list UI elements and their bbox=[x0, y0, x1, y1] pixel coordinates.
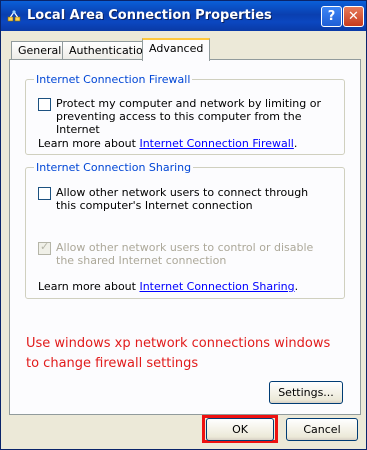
sharing-learn-suffix: . bbox=[294, 280, 299, 293]
sharing-group-title: Internet Connection Sharing bbox=[34, 161, 194, 174]
tab-general[interactable]: General bbox=[11, 41, 69, 60]
properties-dialog: Local Area Connection Properties ? ✕ Gen… bbox=[0, 0, 367, 450]
allow-control-checkbox[interactable]: ✓ bbox=[38, 240, 51, 255]
window-title: Local Area Connection Properties bbox=[27, 8, 272, 23]
network-connection-icon bbox=[7, 10, 21, 22]
firewall-checkbox-label: Protect my computer and network by limit… bbox=[56, 97, 321, 136]
ok-button[interactable]: OK bbox=[206, 418, 274, 441]
firewall-learn-suffix: . bbox=[293, 137, 298, 150]
sharing-group: Internet Connection Sharing Allow other … bbox=[25, 161, 345, 299]
checkmark-icon: ✓ bbox=[40, 240, 50, 253]
firewall-checkbox[interactable] bbox=[38, 98, 51, 111]
title-bar[interactable]: Local Area Connection Properties ? ✕ bbox=[1, 1, 366, 31]
sharing-learn-prefix: Learn more about bbox=[38, 280, 140, 293]
sharing-learn-link[interactable]: Internet Connection Sharing bbox=[139, 280, 294, 293]
allow-control-label: Allow other network users to control or … bbox=[56, 241, 314, 267]
firewall-learn-prefix: Learn more about bbox=[38, 137, 140, 150]
settings-button[interactable]: Settings... bbox=[269, 381, 343, 404]
allow-connect-checkbox[interactable] bbox=[38, 187, 51, 200]
annotation-note: Use windows xp network connections windo… bbox=[26, 336, 331, 371]
tab-advanced[interactable]: Advanced bbox=[142, 38, 211, 61]
allow-connect-label: Allow other network users to connect thr… bbox=[56, 186, 309, 212]
firewall-group: Internet Connection Firewall Protect my … bbox=[25, 73, 345, 155]
firewall-learn-more: Learn more about Internet Connection Fir… bbox=[38, 137, 297, 150]
firewall-group-title: Internet Connection Firewall bbox=[34, 73, 193, 86]
firewall-learn-link[interactable]: Internet Connection Firewall bbox=[139, 137, 293, 150]
sharing-learn-more: Learn more about Internet Connection Sha… bbox=[38, 280, 298, 293]
close-button[interactable]: ✕ bbox=[343, 6, 364, 27]
cancel-button[interactable]: Cancel bbox=[286, 418, 358, 441]
help-button[interactable]: ? bbox=[321, 6, 342, 27]
